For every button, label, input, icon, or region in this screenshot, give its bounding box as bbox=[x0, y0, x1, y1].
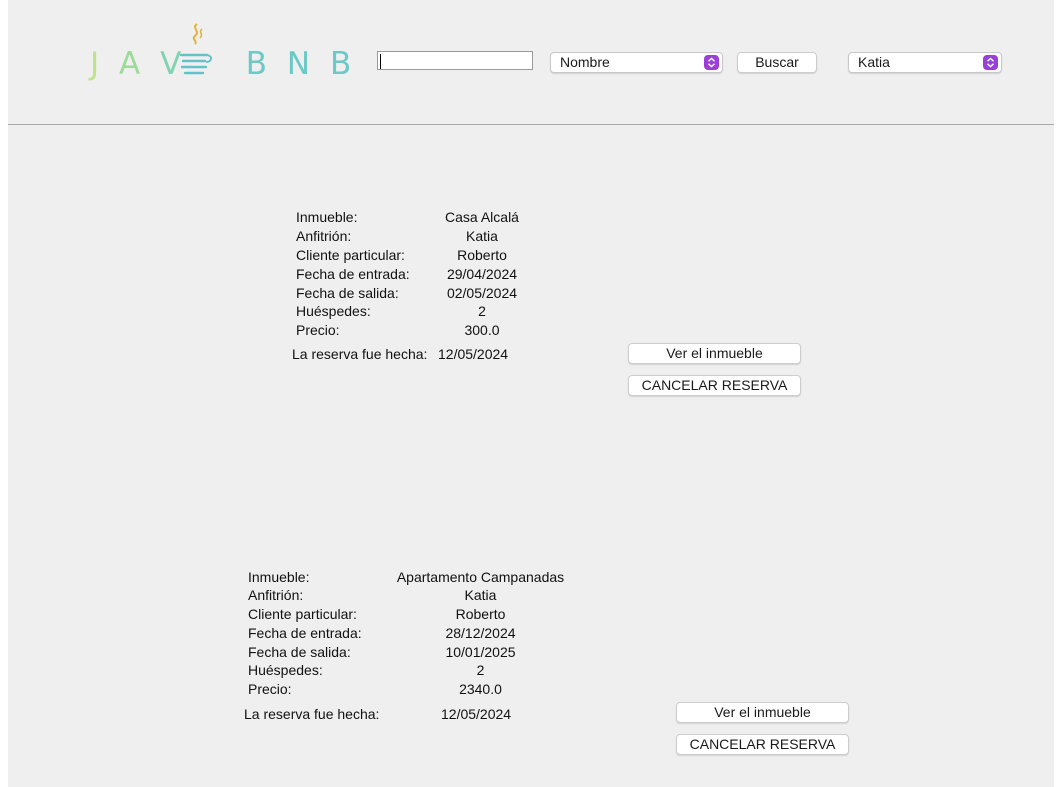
value-anfitrion: Katia bbox=[466, 228, 498, 244]
value-anfitrion: Katia bbox=[464, 587, 497, 603]
search-input[interactable] bbox=[377, 51, 533, 70]
value-huespedes: 2 bbox=[478, 303, 486, 319]
label-cliente: Cliente particular: bbox=[296, 247, 405, 263]
cancel-reservation-button[interactable]: CANCELAR RESERVA bbox=[628, 375, 801, 396]
user-select[interactable]: Katia bbox=[848, 52, 1002, 73]
label-entrada: Fecha de entrada: bbox=[248, 625, 362, 641]
label-precio: Precio: bbox=[296, 322, 340, 338]
label-inmueble: Inmueble: bbox=[296, 209, 358, 225]
label-reserva-hecha: La reserva fue hecha: bbox=[292, 346, 428, 362]
user-select-value: Katia bbox=[858, 54, 890, 70]
cancel-reservation-button[interactable]: CANCELAR RESERVA bbox=[676, 734, 849, 755]
updown-arrows-icon bbox=[704, 55, 719, 70]
value-entrada: 29/04/2024 bbox=[446, 266, 518, 282]
value-reserva-hecha: 12/05/2024 bbox=[438, 346, 509, 362]
updown-arrows-icon bbox=[983, 55, 998, 70]
value-precio: 300.0 bbox=[464, 322, 500, 338]
sort-by-select[interactable]: Nombre bbox=[550, 52, 723, 73]
label-salida: Fecha de salida: bbox=[248, 644, 351, 660]
search-button[interactable]: Buscar bbox=[737, 52, 817, 73]
view-property-button[interactable]: Ver el inmueble bbox=[628, 343, 801, 364]
value-huespedes: 2 bbox=[476, 662, 485, 678]
text-caret bbox=[380, 54, 381, 69]
label-entrada: Fecha de entrada: bbox=[296, 266, 410, 282]
label-reserva-hecha: La reserva fue hecha: bbox=[244, 706, 380, 722]
label-cliente: Cliente particular: bbox=[248, 606, 357, 622]
label-inmueble: Inmueble: bbox=[248, 569, 310, 585]
value-inmueble: Casa Alcalá bbox=[445, 209, 519, 225]
label-huespedes: Huéspedes: bbox=[248, 662, 323, 678]
value-inmueble: Apartamento Campanadas bbox=[396, 569, 565, 585]
value-salida: 10/01/2025 bbox=[445, 644, 516, 660]
header-bar: J A V B N B Nombre Buscar Katia bbox=[8, 0, 1054, 125]
value-salida: 02/05/2024 bbox=[446, 285, 518, 301]
value-cliente: Roberto bbox=[457, 247, 507, 263]
label-anfitrion: Anfitrión: bbox=[248, 587, 304, 603]
view-property-button[interactable]: Ver el inmueble bbox=[676, 702, 849, 723]
value-cliente: Roberto bbox=[455, 606, 506, 622]
app-window: J A V B N B Nombre Buscar Katia Inmueble… bbox=[8, 0, 1054, 787]
value-entrada: 28/12/2024 bbox=[445, 625, 516, 641]
javbnb-logo: J A V B N B bbox=[90, 22, 351, 82]
label-anfitrion: Anfitrión: bbox=[296, 228, 352, 244]
value-reserva-hecha: 12/05/2024 bbox=[441, 706, 512, 722]
value-precio: 2340.0 bbox=[459, 681, 502, 697]
label-huespedes: Huéspedes: bbox=[296, 303, 371, 319]
label-salida: Fecha de salida: bbox=[296, 285, 399, 301]
sort-by-select-value: Nombre bbox=[560, 54, 610, 70]
label-precio: Precio: bbox=[248, 681, 292, 697]
